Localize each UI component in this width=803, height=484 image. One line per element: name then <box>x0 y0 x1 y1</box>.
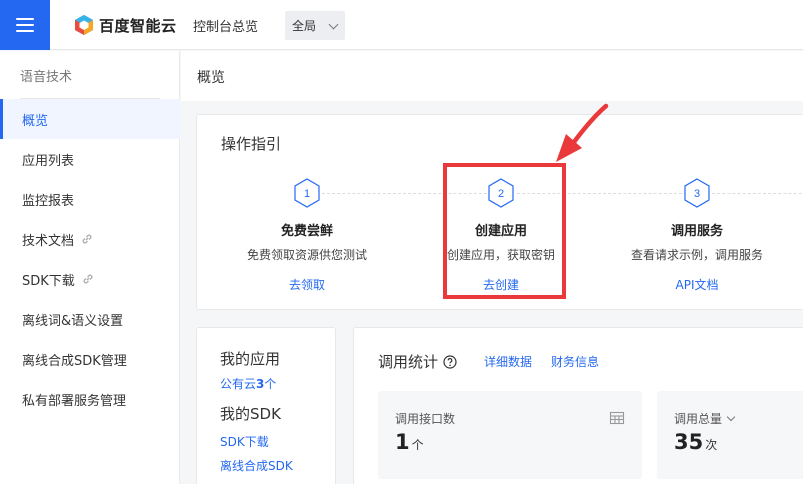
sidebar-item-monitor-report[interactable]: 监控报表 <box>0 179 180 219</box>
sidebar-item-private-deploy[interactable]: 私有部署服务管理 <box>0 379 180 419</box>
sidebar-item-offline-words[interactable]: 离线词&语义设置 <box>0 299 180 339</box>
sidebar-item-label: 离线词&语义设置 <box>22 313 124 329</box>
chevron-down-icon <box>328 19 339 30</box>
step-desc: 免费领取资源供您测试 <box>246 248 367 262</box>
link-icon <box>83 274 93 284</box>
question-circle-icon[interactable] <box>443 354 457 369</box>
my-sdk-title: 我的SDK <box>220 405 281 423</box>
total-calls-box: 调用总量 35 次 <box>657 391 803 479</box>
step-3: 3 调用服务 查看请求示例，调用服务 API文档 <box>607 177 787 293</box>
step-number: 1 <box>304 188 310 200</box>
sdk-download-link[interactable]: SDK下载 <box>220 433 269 450</box>
claim-resource-link[interactable]: 去领取 <box>217 276 397 293</box>
finance-info-link[interactable]: 财务信息 <box>551 353 599 370</box>
api-count-unit: 个 <box>411 438 424 452</box>
total-calls-select[interactable]: 调用总量 <box>674 410 736 427</box>
sidebar-item-label: 技术文档 <box>22 233 75 249</box>
total-calls-label: 调用总量 <box>674 412 723 426</box>
sidebar-item-label: 应用列表 <box>22 153 75 169</box>
table-icon[interactable] <box>609 410 625 426</box>
sidebar: 语音技术 概览 应用列表 监控报表 技术文档 SDK下载 离线词&语义设置 离线… <box>0 51 180 484</box>
sidebar-item-app-list[interactable]: 应用列表 <box>0 139 180 179</box>
sidebar-item-label: 私有部署服务管理 <box>22 393 127 409</box>
brand-name: 百度智能云 <box>99 16 177 35</box>
link-icon <box>82 234 92 244</box>
console-overview-link[interactable]: 控制台总览 <box>193 16 258 35</box>
public-cloud-suffix: 个 <box>264 377 277 391</box>
step-desc: 查看请求示例，调用服务 <box>630 248 763 262</box>
sidebar-item-label: 离线合成SDK管理 <box>22 353 127 369</box>
chevron-down-icon <box>726 412 736 422</box>
stats-title-label: 调用统计 <box>378 353 439 371</box>
hexagon-icon: 1 <box>294 178 320 208</box>
region-select[interactable]: 全局 <box>285 11 345 40</box>
top-bar: 百度智能云 控制台总览 全局 <box>0 0 803 50</box>
arrow-annotation-icon <box>556 103 609 162</box>
page-title: 概览 <box>197 70 225 86</box>
my-apps-card: 我的应用 公有云3个 我的SDK SDK下载 离线合成SDK <box>196 327 336 484</box>
sidebar-item-sdk-download[interactable]: SDK下载 <box>0 259 180 299</box>
sidebar-item-overview[interactable]: 概览 <box>0 99 180 139</box>
sidebar-item-offline-sdk-manage[interactable]: 离线合成SDK管理 <box>0 339 180 379</box>
sidebar-item-label: SDK下载 <box>22 273 75 289</box>
stats-title: 调用统计 <box>378 351 457 372</box>
step-name: 免费尝鲜 <box>280 224 333 239</box>
total-calls-value: 35 次 <box>674 430 717 454</box>
hexagon-icon: 3 <box>684 178 710 208</box>
total-calls-number: 35 <box>674 430 704 454</box>
step-name: 调用服务 <box>670 224 723 239</box>
sidebar-item-label: 监控报表 <box>22 193 75 209</box>
region-value: 全局 <box>292 19 317 33</box>
public-cloud-apps-link[interactable]: 公有云3个 <box>220 375 276 392</box>
sidebar-title: 语音技术 <box>20 70 73 85</box>
detail-data-link[interactable]: 详细数据 <box>484 353 532 370</box>
sidebar-item-tech-docs[interactable]: 技术文档 <box>0 219 180 259</box>
guide-title: 操作指引 <box>221 135 282 153</box>
api-count-label: 调用接口数 <box>395 412 456 426</box>
public-cloud-prefix: 公有云 <box>220 377 257 391</box>
hamburger-icon <box>16 18 34 32</box>
highlight-annotation <box>443 163 566 299</box>
page-header: 概览 <box>181 51 803 101</box>
menu-button[interactable] <box>0 0 50 50</box>
api-docs-link[interactable]: API文档 <box>607 276 787 293</box>
api-count-value: 1个 <box>395 430 424 454</box>
api-count-box: 调用接口数 1个 <box>378 391 642 479</box>
my-apps-title: 我的应用 <box>220 350 281 368</box>
offline-sdk-link[interactable]: 离线合成SDK <box>220 457 293 474</box>
stats-card: 调用统计 详细数据 财务信息 调用接口数 1个 调用总量 35 次 <box>353 327 803 484</box>
baidu-cloud-logo <box>75 15 93 35</box>
step-1: 1 免费尝鲜 免费领取资源供您测试 去领取 <box>217 177 397 293</box>
total-calls-unit: 次 <box>705 438 718 452</box>
brand[interactable]: 百度智能云 <box>73 13 177 37</box>
step-number: 3 <box>694 188 700 200</box>
api-count-number: 1 <box>395 430 410 454</box>
sidebar-item-label: 概览 <box>22 113 49 129</box>
